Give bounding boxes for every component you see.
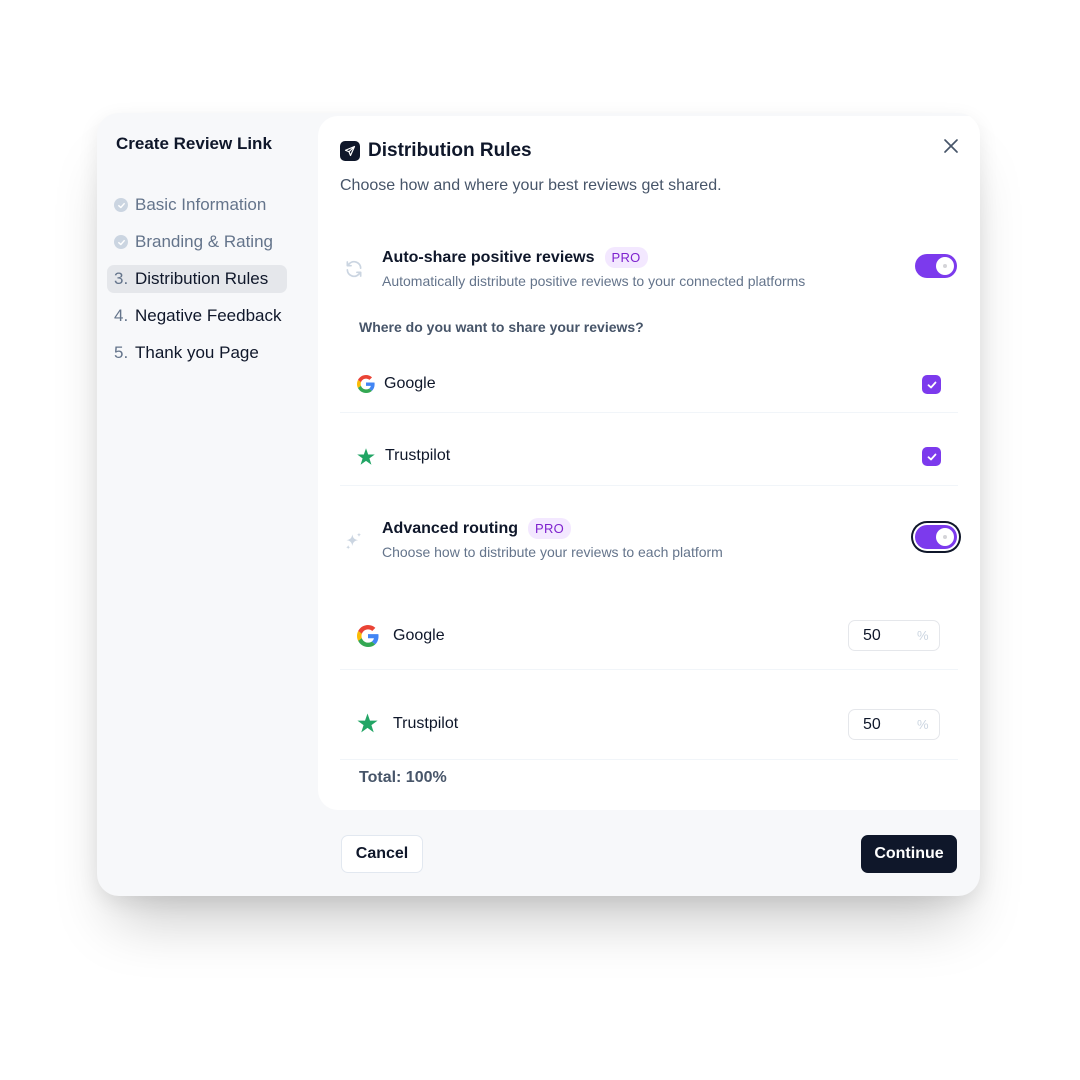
- trustpilot-checkbox[interactable]: [922, 447, 941, 466]
- close-button[interactable]: [940, 135, 962, 157]
- auto-share-description: Automatically distribute positive review…: [382, 273, 806, 289]
- toggle-knob: [936, 257, 954, 275]
- step-branding-rating[interactable]: Branding & Rating: [107, 228, 287, 256]
- sparkles-icon: [346, 532, 362, 550]
- auto-share-label: Auto-share positive reviews: [382, 248, 595, 266]
- platform-name: Google: [384, 375, 436, 392]
- advanced-routing-description: Choose how to distribute your reviews to…: [382, 544, 723, 560]
- share-question: Where do you want to share your reviews?: [359, 319, 644, 335]
- routing-row-google: Google %: [340, 594, 958, 670]
- step-label: Branding & Rating: [135, 232, 273, 251]
- routing-total: Total: 100%: [359, 769, 447, 786]
- google-checkbox[interactable]: [922, 375, 941, 394]
- step-complete-icon: [114, 235, 128, 249]
- step-label: Distribution Rules: [135, 269, 269, 288]
- advanced-routing-title: Advanced routing PRO: [382, 518, 572, 539]
- google-icon: [357, 375, 375, 393]
- step-complete-icon: [114, 198, 128, 212]
- check-icon: [927, 381, 936, 388]
- trustpilot-percentage-input[interactable]: [849, 715, 909, 734]
- platform-row-trustpilot: Trustpilot: [340, 428, 958, 486]
- auto-share-toggle[interactable]: [915, 254, 957, 278]
- step-distribution-rules[interactable]: 3. Distribution Rules: [107, 265, 287, 293]
- platform-row-google: Google: [340, 356, 958, 413]
- toggle-knob: [936, 528, 954, 546]
- create-review-link-modal: Create Review Link Basic Information Bra…: [97, 113, 980, 896]
- percent-unit: %: [917, 628, 929, 643]
- page-title: Distribution Rules: [368, 140, 532, 161]
- platform-name: Trustpilot: [393, 715, 459, 732]
- step-number: 4.: [114, 306, 129, 325]
- advanced-routing-toggle[interactable]: [915, 525, 957, 549]
- sidebar-title: Create Review Link: [116, 134, 272, 153]
- close-icon: [944, 139, 958, 153]
- step-number: 5.: [114, 343, 129, 362]
- step-label: Thank you Page: [135, 343, 259, 362]
- continue-button[interactable]: Continue: [861, 835, 957, 873]
- page-subtitle: Choose how and where your best reviews g…: [340, 177, 722, 194]
- check-icon: [927, 453, 936, 460]
- star-icon: [357, 448, 375, 465]
- google-percentage-field: %: [848, 620, 940, 651]
- refresh-icon: [346, 260, 362, 278]
- platform-name: Google: [393, 627, 445, 644]
- step-label: Basic Information: [135, 195, 267, 214]
- step-negative-feedback[interactable]: 4. Negative Feedback: [107, 302, 287, 330]
- step-thank-you-page[interactable]: 5. Thank you Page: [107, 339, 287, 367]
- advanced-routing-label: Advanced routing: [382, 519, 519, 537]
- google-percentage-input[interactable]: [849, 626, 909, 645]
- step-number: 3.: [114, 269, 129, 288]
- star-icon: [357, 713, 378, 733]
- trustpilot-percentage-field: %: [848, 709, 940, 740]
- send-icon: [340, 141, 360, 161]
- step-label: Negative Feedback: [135, 306, 282, 325]
- step-content-panel: Distribution Rules Choose how and where …: [318, 116, 980, 810]
- step-basic-information[interactable]: Basic Information: [107, 191, 287, 219]
- platform-name: Trustpilot: [385, 447, 451, 464]
- pro-badge: PRO: [604, 247, 648, 268]
- google-icon: [357, 625, 379, 647]
- percent-unit: %: [917, 717, 929, 732]
- wizard-sidebar: Create Review Link Basic Information Bra…: [97, 113, 317, 896]
- pro-badge: PRO: [528, 518, 572, 539]
- auto-share-title: Auto-share positive reviews PRO: [382, 247, 648, 268]
- cancel-button[interactable]: Cancel: [341, 835, 423, 873]
- routing-row-trustpilot: Trustpilot %: [340, 682, 958, 760]
- wizard-steps: Basic Information Branding & Rating 3. D…: [107, 191, 287, 376]
